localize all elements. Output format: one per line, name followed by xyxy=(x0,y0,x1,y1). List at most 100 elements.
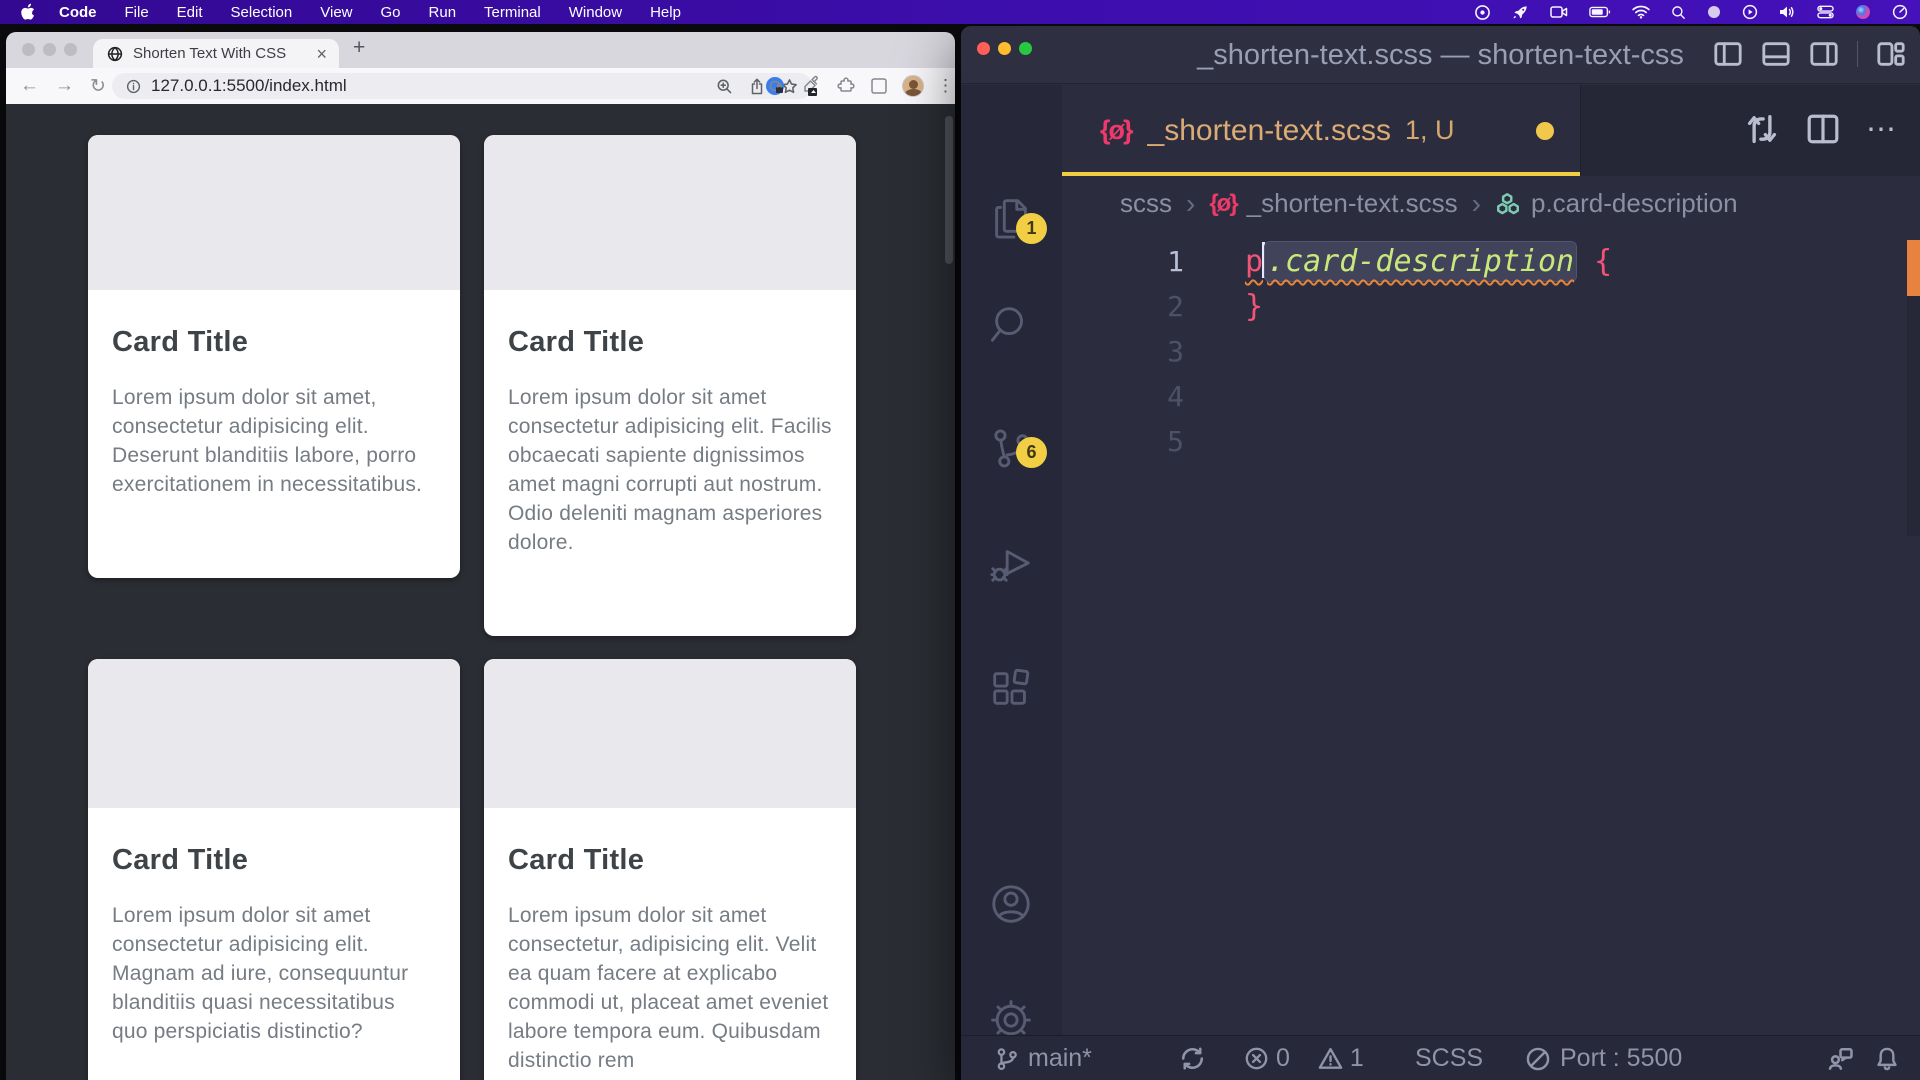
close-window-button[interactable] xyxy=(22,43,35,56)
control-center-icon[interactable] xyxy=(1817,5,1834,19)
menu-item-selection[interactable]: Selection xyxy=(231,4,293,21)
video-camera-icon[interactable] xyxy=(1550,5,1568,19)
browser-tab[interactable]: Shorten Text With CSS × xyxy=(93,39,339,68)
extensions-puzzle-icon[interactable] xyxy=(834,75,856,97)
privacy-extension-icon[interactable] xyxy=(764,75,786,97)
split-editor-icon[interactable] xyxy=(1806,112,1840,146)
warning-count: 1 xyxy=(1350,1044,1364,1073)
code-line-2[interactable]: } xyxy=(1245,284,1900,329)
colorpicker-extension-icon[interactable] xyxy=(799,75,821,97)
page-scrollbar[interactable] xyxy=(945,116,953,264)
site-info-icon[interactable] xyxy=(126,79,141,94)
spotlight-search-icon[interactable] xyxy=(1671,5,1686,20)
browser-extensions-area: ⋮ xyxy=(764,68,955,104)
scss-file-icon: {ø} xyxy=(1100,115,1132,146)
port-label: Port : 5500 xyxy=(1560,1044,1682,1073)
menu-item-edit[interactable]: Edit xyxy=(177,4,203,21)
editor-scrollbar[interactable] xyxy=(1907,296,1920,536)
card: Card Title Lorem ipsum dolor sit amet co… xyxy=(484,135,856,636)
battery-icon[interactable] xyxy=(1589,6,1611,18)
minimize-window-button[interactable] xyxy=(43,43,56,56)
customize-layout-icon[interactable] xyxy=(1876,39,1906,69)
breadcrumb-file[interactable]: _shorten-text.scss xyxy=(1247,188,1458,219)
clock-icon[interactable] xyxy=(1892,4,1908,20)
siri-icon[interactable] xyxy=(1855,4,1871,20)
notifications-bell-icon[interactable] xyxy=(1874,1036,1900,1080)
card: Card Title Lorem ipsum dolor sit amet, c… xyxy=(88,135,460,578)
code-line-1[interactable]: p.card-description { xyxy=(1245,239,1900,284)
share-icon[interactable] xyxy=(749,78,765,95)
play-circle-icon[interactable] xyxy=(1742,4,1758,20)
code-token-open-brace: { xyxy=(1576,244,1612,279)
editor-more-actions-icon[interactable]: ⋯ xyxy=(1866,112,1898,147)
card-title: Card Title xyxy=(508,326,832,359)
browser-menu-icon[interactable]: ⋮ xyxy=(937,76,955,96)
breadcrumb: scss › {ø} _shorten-text.scss › p.card-d… xyxy=(1062,176,1920,231)
menu-item-run[interactable]: Run xyxy=(429,4,457,21)
zoom-window-button[interactable] xyxy=(64,43,77,56)
feedback-icon[interactable] xyxy=(1827,1036,1854,1080)
explorer-badge: 1 xyxy=(1016,213,1047,244)
zoom-page-icon[interactable] xyxy=(716,78,733,95)
tab-shorten-text-scss[interactable]: {ø} _shorten-text.scss 1, U xyxy=(1062,85,1581,176)
branch-name: main* xyxy=(1028,1044,1092,1073)
card-title: Card Title xyxy=(112,326,436,359)
editor-tab-bar: {ø} _shorten-text.scss 1, U ⋯ xyxy=(1062,85,1920,176)
menu-item-view[interactable]: View xyxy=(320,4,352,21)
problems-status[interactable]: 0 1 xyxy=(1244,1036,1364,1080)
menu-item-window[interactable]: Window xyxy=(569,4,622,21)
open-changes-icon[interactable] xyxy=(1744,111,1780,147)
menu-item-go[interactable]: Go xyxy=(381,4,401,21)
browser-profile-avatar[interactable] xyxy=(902,75,924,97)
line-number: 5 xyxy=(1062,419,1184,464)
unsaved-changes-dot-icon[interactable] xyxy=(1536,122,1554,140)
address-bar[interactable]: 127.0.0.1:5500/index.html xyxy=(112,73,812,99)
line-number: 2 xyxy=(1062,284,1184,329)
breadcrumb-folder[interactable]: scss xyxy=(1120,188,1172,219)
reload-button[interactable]: ↻ xyxy=(90,75,106,98)
menu-item-file[interactable]: File xyxy=(125,4,149,21)
status-dot-icon[interactable] xyxy=(1707,5,1721,19)
line-number: 4 xyxy=(1062,374,1184,419)
card-image-placeholder xyxy=(88,659,460,808)
account-icon[interactable] xyxy=(988,881,1034,927)
card-image-placeholder xyxy=(88,135,460,290)
extensions-icon[interactable] xyxy=(988,665,1034,711)
web-page-content: Card Title Lorem ipsum dolor sit amet, c… xyxy=(6,104,955,1080)
run-debug-icon[interactable] xyxy=(988,541,1034,587)
wifi-icon[interactable] xyxy=(1632,5,1650,19)
forward-button[interactable]: → xyxy=(55,75,74,98)
volume-icon[interactable] xyxy=(1779,5,1796,19)
toggle-secondary-sidebar-icon[interactable] xyxy=(1809,39,1839,69)
card: Card Title Lorem ipsum dolor sit amet co… xyxy=(88,659,460,1080)
scss-file-icon: {ø} xyxy=(1209,190,1236,218)
menu-item-code[interactable]: Code xyxy=(59,4,97,21)
apple-logo-icon[interactable] xyxy=(20,3,35,21)
close-tab-icon[interactable]: × xyxy=(314,45,329,63)
record-target-icon[interactable] xyxy=(1474,4,1491,21)
browser-traffic-lights xyxy=(22,43,77,56)
live-server-port-status[interactable]: Port : 5500 xyxy=(1525,1036,1682,1080)
menu-item-terminal[interactable]: Terminal xyxy=(484,4,541,21)
code-editor[interactable]: 1 2 3 4 5 p.card-description { } xyxy=(1062,231,1920,1035)
toggle-sidebar-icon[interactable] xyxy=(1713,39,1743,69)
toggle-panel-icon[interactable] xyxy=(1761,39,1791,69)
language-mode-status[interactable]: SCSS xyxy=(1415,1036,1483,1080)
back-button[interactable]: ← xyxy=(20,75,39,98)
new-tab-button[interactable]: + xyxy=(353,36,365,60)
breadcrumb-symbol[interactable]: p.card-description xyxy=(1531,188,1738,219)
url-text[interactable]: 127.0.0.1:5500/index.html xyxy=(151,76,700,96)
browser-tab-title: Shorten Text With CSS xyxy=(133,45,314,62)
git-sync-icon[interactable] xyxy=(1179,1036,1206,1080)
menu-item-help[interactable]: Help xyxy=(650,4,681,21)
code-token-selector: .card-description xyxy=(1265,242,1576,281)
status-bar: main* 0 1 SCSS Port : 5500 xyxy=(961,1035,1920,1080)
search-icon[interactable] xyxy=(988,301,1034,347)
desktop: Code File Edit Selection View Go Run Ter… xyxy=(0,0,1920,1080)
browser-window: Shorten Text With CSS × + ← → ↻ 127.0.0.… xyxy=(6,32,955,1080)
rocket-icon[interactable] xyxy=(1512,4,1529,21)
code-token-close-brace: } xyxy=(1245,289,1263,324)
reading-list-icon[interactable] xyxy=(869,76,889,96)
tab-filename: _shorten-text.scss xyxy=(1148,114,1391,148)
git-branch-status[interactable]: main* xyxy=(995,1036,1092,1080)
